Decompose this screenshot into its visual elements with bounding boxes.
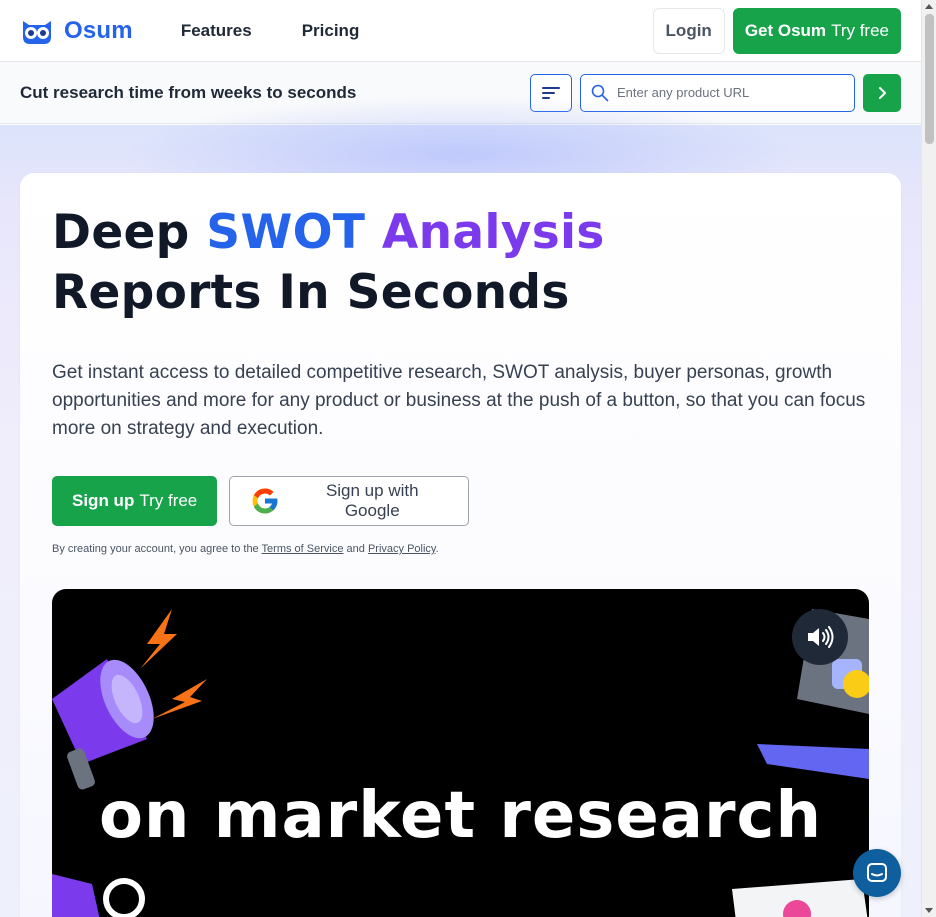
terms-notice: By creating your account, you agree to t… (52, 543, 869, 555)
chevron-right-icon (879, 86, 886, 99)
page: Osum Features Pricing Login Get Osum Try… (0, 0, 921, 917)
signup-try-free-label: Try free (139, 491, 198, 510)
hero-description: Get instant access to detailed competiti… (52, 362, 866, 439)
megaphone-icon (52, 659, 154, 790)
terms-of-service-link[interactable]: Terms of Service (262, 543, 344, 555)
megaphone-illustration (52, 609, 869, 917)
headline-analysis: Analysis (381, 205, 605, 260)
try-free-label: Try free (831, 20, 889, 40)
scroll-up-arrow-icon[interactable] (925, 4, 933, 9)
main-nav: Features Pricing (181, 21, 360, 41)
headline-deep: Deep (52, 205, 190, 260)
brand-name: Osum (64, 16, 133, 44)
top-navigation: Osum Features Pricing Login Get Osum Try… (0, 0, 921, 62)
speaker-icon (808, 626, 834, 648)
login-button[interactable]: Login (652, 7, 725, 54)
signup-button[interactable]: Sign up Try free (52, 476, 218, 526)
chat-launcher-button[interactable] (853, 849, 901, 897)
logo-link[interactable]: Osum (20, 17, 133, 45)
nav-actions: Login Get Osum Try free (652, 7, 901, 54)
scroll-down-arrow-icon[interactable] (925, 908, 933, 913)
get-osum-label: Get Osum (744, 20, 827, 40)
page-scrollbar[interactable] (921, 0, 936, 917)
get-osum-button[interactable]: Get Osum Try free (732, 7, 901, 54)
terms-suffix: . (435, 543, 439, 555)
headline-reports: Reports In Seconds (52, 265, 570, 320)
video-caption: on market research (98, 779, 823, 853)
terms-prefix: By creating your account, you agree to t… (52, 543, 259, 555)
nav-link-pricing[interactable]: Pricing (302, 21, 360, 41)
privacy-policy-link[interactable]: Privacy Policy (368, 543, 436, 555)
signup-actions: Sign up Try free Sign up with Google (52, 476, 869, 526)
hero-headline: Deep SWOT Analysis Reports In Seconds (52, 203, 869, 323)
mute-toggle-button[interactable] (792, 609, 848, 665)
owl-logo-icon (23, 20, 51, 44)
promo-video[interactable]: on market research (52, 589, 869, 917)
google-signup-button[interactable]: Sign up with Google (229, 476, 470, 526)
terms-and: and (346, 543, 365, 555)
headline-swot: SWOT (206, 205, 366, 260)
chat-icon (867, 863, 887, 882)
scrollbar-thumb[interactable] (925, 14, 934, 144)
nav-link-features[interactable]: Features (181, 21, 252, 41)
google-signup-label: Sign up with Google (325, 481, 419, 520)
signup-label: Sign up (72, 491, 135, 510)
analyze-url-button[interactable] (863, 73, 901, 112)
google-g-icon (252, 488, 278, 514)
